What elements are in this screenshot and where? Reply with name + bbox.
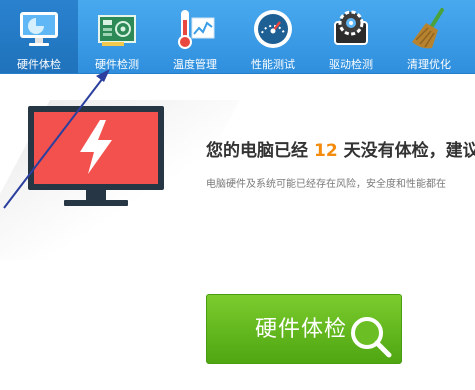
button-label: 硬件体检 [255,317,348,342]
speedometer-icon [254,10,292,48]
risk-description: 电脑硬件及系统可能已经存在风险，安全度和性能都在 [206,179,446,190]
heading-prefix: 您的电脑已经 [206,141,308,161]
tab-hardware-detect[interactable]: 硬件检测 [78,0,156,73]
tab-label: 清理优化 [407,58,451,71]
checkup-heading: 您的电脑已经 12 天没有体检，建议 [206,136,475,161]
tab-hardware-checkup[interactable]: 硬件体检 [0,0,78,73]
tab-label: 性能测试 [251,58,295,71]
tab-performance-test[interactable]: 性能测试 [234,0,312,73]
days-count: 12 [314,141,338,161]
tab-label: 硬件检测 [95,58,139,71]
hardware-checkup-button[interactable]: 硬件体检 [206,294,402,364]
heading-suffix: 天没有体检，建议 [343,141,475,161]
tab-clean-optimize[interactable]: 清理优化 [390,0,468,73]
broom-icon [412,8,444,49]
gear-chip-icon [334,10,368,45]
magnifier-icon [351,317,392,358]
thermometer-chart-icon [178,10,215,49]
tab-label: 硬件体检 [17,58,61,71]
monitor-check-icon [20,12,58,46]
tab-temperature[interactable]: 温度管理 [156,0,234,73]
tab-driver-detect[interactable]: 驱动检测 [312,0,390,73]
tab-label: 驱动检测 [329,58,373,71]
top-toolbar: 硬件体检 硬件检测 温度管理 性能测试 驱动检测 清理优化 [0,0,475,74]
circuit-board-icon [98,15,136,46]
monitor-warning-icon [28,106,164,206]
tab-label: 温度管理 [173,58,217,71]
